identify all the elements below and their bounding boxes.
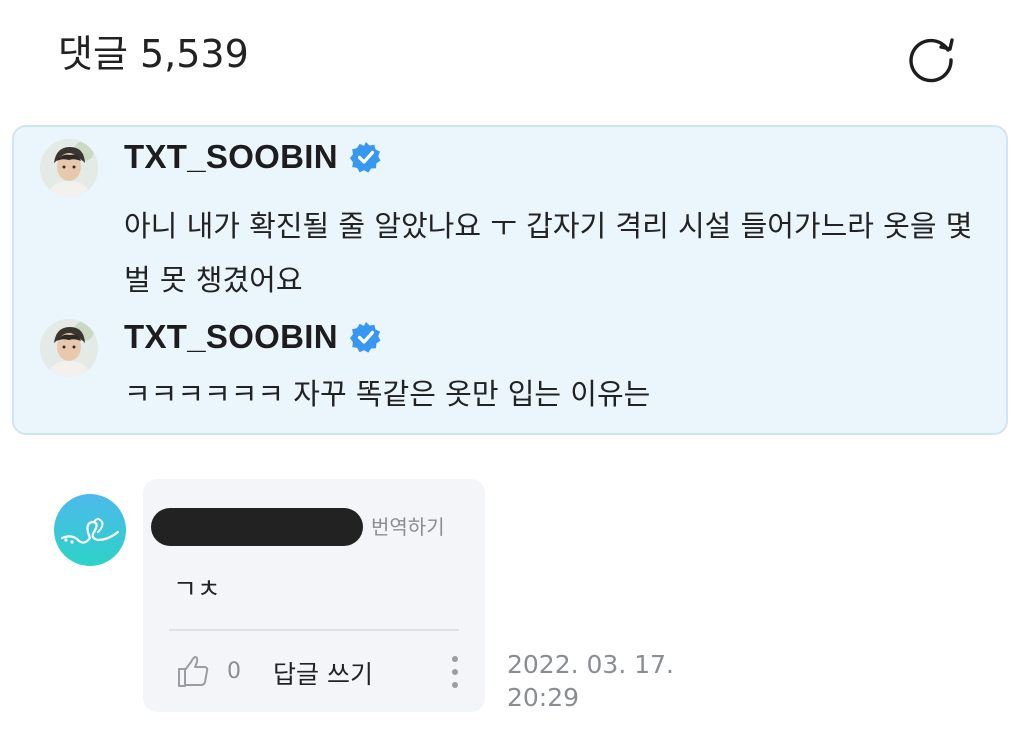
- comment-time: 20:29: [507, 683, 580, 712]
- divider: [169, 629, 459, 631]
- translate-button[interactable]: 번역하기: [371, 511, 445, 540]
- like-button[interactable]: [175, 653, 211, 689]
- avatar[interactable]: [40, 139, 98, 197]
- verified-badge-icon: [349, 321, 382, 353]
- artist-comment-text: ㅋㅋㅋㅋㅋㅋ 자꾸 똑같은 옷만 입는 이유는: [124, 377, 651, 411]
- comments-count-title: 댓글 5,539: [58, 32, 249, 76]
- more-options-button[interactable]: [443, 653, 467, 691]
- avatar[interactable]: [54, 494, 126, 566]
- refresh-icon: [909, 38, 954, 83]
- like-count: 0: [227, 659, 241, 684]
- thumbs-up-icon: [178, 656, 209, 687]
- pinned-artist-comments: TXT_SOOBIN 아니 내가 확진될 줄 알았나요 ㅜ 갑자기 격리 시설 …: [12, 125, 1008, 435]
- comment-timestamp: 2022. 03. 17. 20:29: [507, 648, 674, 714]
- artist-username[interactable]: TXT_SOOBIN: [124, 138, 338, 176]
- comment-card: 번역하기 ㄱㅊ 0 답글 쓰기: [143, 479, 485, 712]
- avatar[interactable]: [40, 319, 98, 377]
- comment-text: ㄱㅊ: [173, 575, 221, 605]
- verified-badge-icon: [349, 141, 382, 173]
- comment-date: 2022. 03. 17.: [507, 650, 674, 679]
- artist-comment-text: 아니 내가 확진될 줄 알았나요 ㅜ 갑자기 격리 시설 들어가느라 옷을 몇 …: [124, 209, 973, 297]
- reply-button[interactable]: 답글 쓰기: [273, 655, 373, 691]
- username-row: TXT_SOOBIN: [124, 317, 382, 357]
- artist-username[interactable]: TXT_SOOBIN: [124, 318, 338, 356]
- more-vertical-icon: [452, 656, 458, 688]
- refresh-button[interactable]: [902, 28, 960, 86]
- username-row: TXT_SOOBIN: [124, 137, 382, 177]
- redacted-username: [151, 508, 363, 546]
